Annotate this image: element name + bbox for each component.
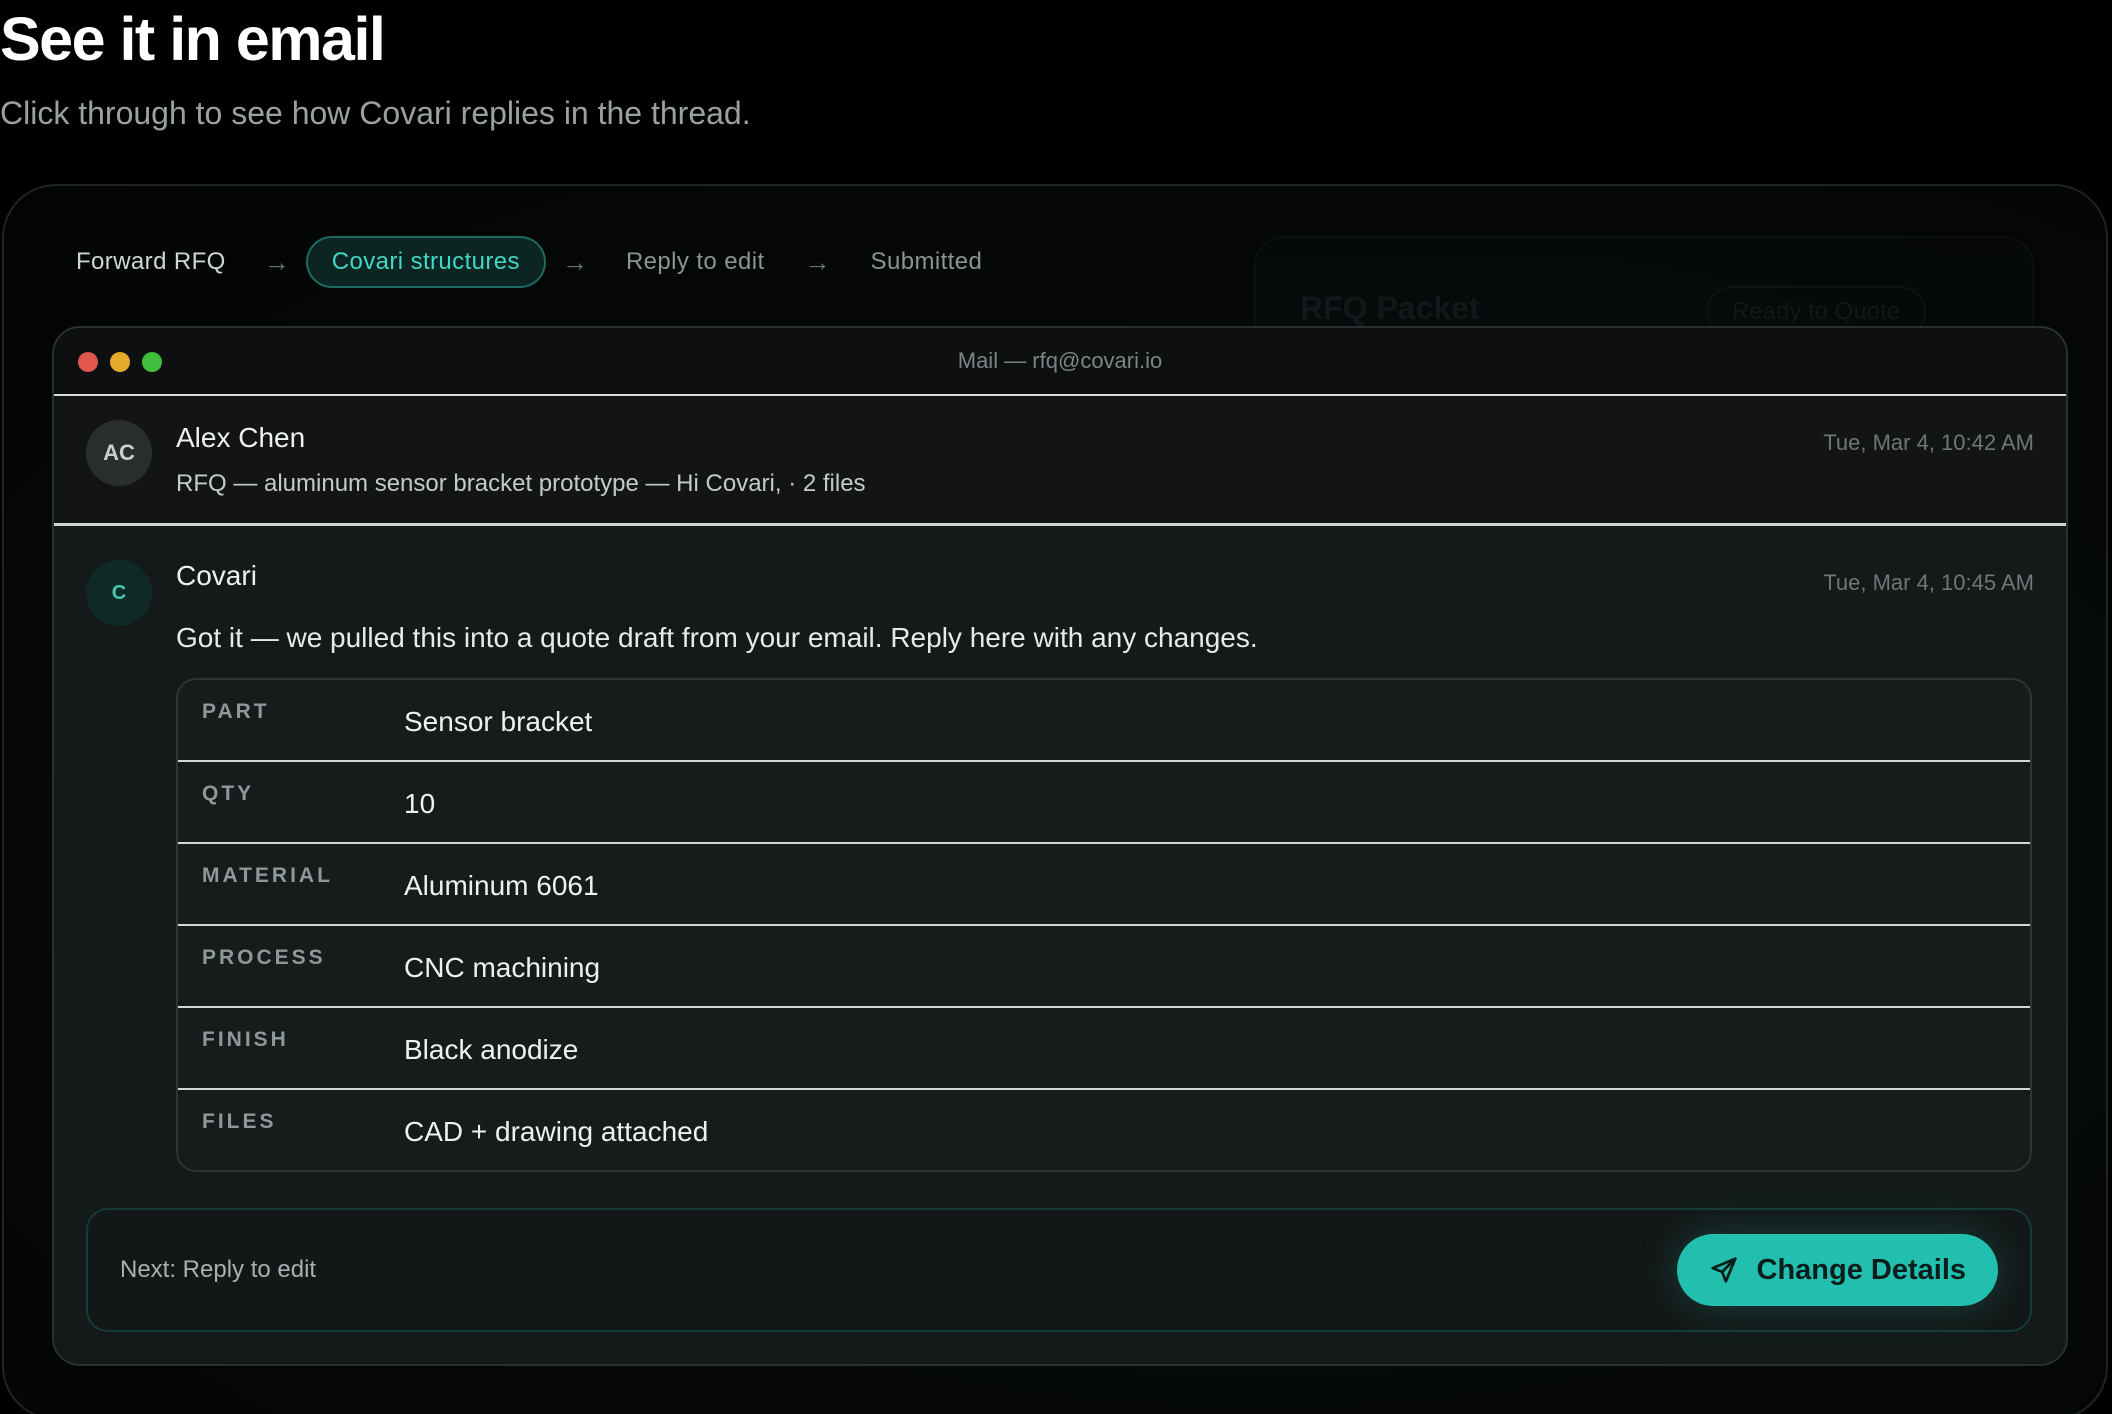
field-key: FINISH [202, 1028, 289, 1051]
field-row-files: FILES CAD + drawing attached [178, 1090, 2030, 1170]
next-step-bar: Next: Reply to edit Change Details [86, 1208, 2032, 1332]
field-key: PROCESS [202, 946, 326, 969]
field-row-qty: QTY 10 [178, 762, 2030, 844]
step-reply-to-edit[interactable]: Reply to edit [626, 238, 765, 286]
change-details-button[interactable]: Change Details [1676, 1234, 1998, 1306]
sender-name: Covari [176, 560, 257, 591]
field-key: MATERIAL [202, 864, 333, 887]
message-snippet: RFQ — aluminum sensor bracket prototype … [176, 470, 866, 497]
step-progress: Forward RFQ → Covari structures → Reply … [76, 236, 982, 288]
quote-fields-table: PART Sensor bracket QTY 10 MATERIAL Alum… [176, 678, 2032, 1172]
field-value: CAD + drawing attached [404, 1116, 709, 1147]
rfq-packet-title: RFQ Packet [1300, 290, 1480, 326]
page-subtitle: Click through to see how Covari replies … [0, 95, 751, 131]
field-value: Sensor bracket [404, 706, 593, 737]
mail-window-title: Mail — rfq@covari.io [957, 348, 1163, 373]
step-covari-structures[interactable]: Covari structures [305, 236, 546, 288]
incoming-message[interactable]: AC Alex Chen RFQ — aluminum sensor brack… [54, 396, 2066, 526]
step-forward-rfq[interactable]: Forward RFQ [76, 238, 226, 286]
sender-name: Alex Chen [176, 422, 306, 453]
mail-titlebar: Mail — rfq@covari.io [54, 328, 2066, 396]
field-row-part: PART Sensor bracket [178, 680, 2030, 762]
field-value: CNC machining [404, 952, 601, 983]
mail-window: Mail — rfq@covari.io AC Alex Chen RFQ — … [52, 326, 2068, 1366]
change-details-label: Change Details [1756, 1253, 1967, 1286]
avatar: C [86, 560, 152, 626]
field-row-finish: FINISH Black anodize [178, 1008, 2030, 1090]
next-step-label: Next: Reply to edit [120, 1256, 317, 1283]
field-key: FILES [202, 1110, 277, 1133]
arrow-right-icon: → [804, 246, 831, 277]
page: See it in email Click through to see how… [0, 0, 2112, 1414]
field-key: QTY [202, 782, 255, 805]
field-key: PART [202, 700, 270, 723]
arrow-right-icon: → [263, 246, 290, 277]
field-row-process: PROCESS CNC machining [178, 926, 2030, 1008]
field-value: Black anodize [404, 1034, 579, 1065]
field-value: Aluminum 6061 [404, 870, 599, 901]
message-timestamp: Tue, Mar 4, 10:42 AM [1823, 430, 2034, 455]
reply-body: Got it — we pulled this into a quote dra… [176, 622, 1258, 653]
avatar: AC [86, 420, 152, 486]
message-timestamp: Tue, Mar 4, 10:45 AM [1823, 570, 2034, 595]
step-submitted[interactable]: Submitted [871, 238, 983, 286]
page-title: See it in email [0, 5, 386, 73]
send-icon [1710, 1257, 1737, 1283]
field-value: 10 [404, 788, 436, 819]
field-row-material: MATERIAL Aluminum 6061 [178, 844, 2030, 926]
covari-reply-message: C Covari Tue, Mar 4, 10:45 AM Got it — w… [54, 526, 2066, 1364]
arrow-right-icon: → [561, 246, 588, 277]
demo-frame: RFQ Packet Ready to Quote Forward RFQ → … [2, 184, 2108, 1414]
